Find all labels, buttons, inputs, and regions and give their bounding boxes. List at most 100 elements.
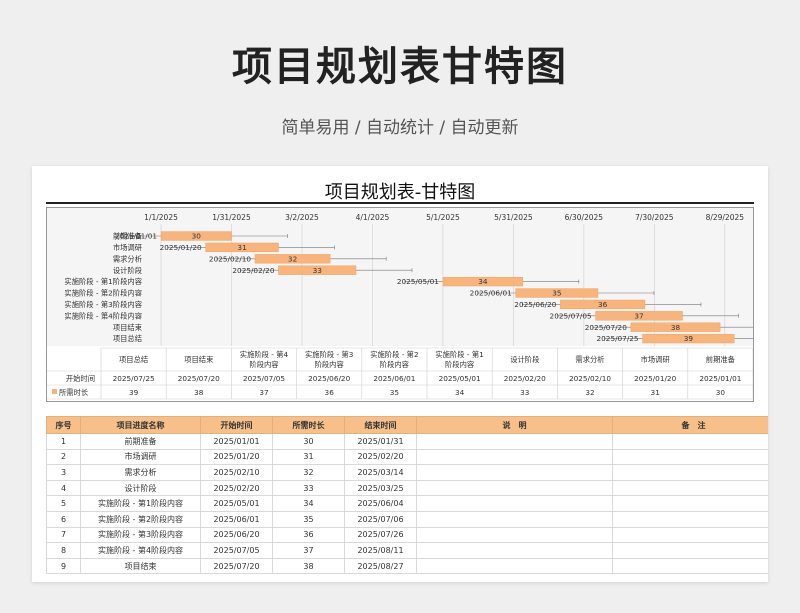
table-row: 2 市场调研 2025/01/20 31 2025/02/20	[46, 448, 768, 466]
duration-data-label: 34	[478, 277, 488, 286]
table-cell[interactable]: 9	[46, 557, 81, 575]
table-cell[interactable]: 35	[272, 510, 345, 528]
duration-data-label: 31	[237, 243, 246, 252]
table-cell[interactable]: 7	[46, 526, 81, 544]
table-cell[interactable]: 33	[272, 479, 345, 497]
table-cell[interactable]	[416, 542, 613, 559]
table-cell[interactable]	[612, 557, 768, 575]
table-cell[interactable]: 31	[272, 448, 345, 466]
table-cell[interactable]	[612, 542, 768, 559]
table-cell[interactable]: 37	[272, 542, 345, 559]
table-start-cell: 2025/01/01	[699, 374, 741, 383]
start-data-label: 2025/02/20	[232, 266, 274, 275]
table-cell[interactable]: 2025/03/25	[344, 479, 417, 497]
table-cell[interactable]: 市场调研	[80, 448, 201, 466]
table-cell[interactable]	[612, 526, 768, 544]
sheet-title: 项目规划表-甘特图	[324, 182, 476, 203]
table-cell[interactable]: 实施阶段 - 第4阶段内容	[80, 542, 201, 559]
table-cell[interactable]: 2025/05/01	[200, 495, 273, 512]
table-cell[interactable]	[416, 479, 613, 497]
table-cell[interactable]	[612, 479, 768, 497]
table-cell[interactable]: 2025/01/31	[344, 433, 417, 450]
x-tick-label: 8/29/2025	[706, 213, 745, 222]
table-cell[interactable]: 34	[272, 495, 345, 512]
table-cell[interactable]: 5	[46, 495, 81, 512]
table-row: 6 实施阶段 - 第2阶段内容 2025/06/01 35 2025/07/06	[46, 510, 768, 528]
gantt-chart-svg: 1/1/2025 1/31/2025 3/2/2025 4/1/2025 5/1/202…	[47, 208, 753, 400]
table-cell[interactable]: 实施阶段 - 第2阶段内容	[80, 510, 201, 528]
table-cell[interactable]: 2025/07/06	[344, 510, 417, 528]
table-cell[interactable]: 需求分析	[80, 464, 201, 481]
table-cell[interactable]: 32	[272, 464, 345, 481]
task-label: 项目总结	[113, 334, 142, 343]
table-col-header: 需求分析	[575, 355, 604, 364]
table-cell[interactable]: 前期准备	[80, 433, 201, 450]
table-cell[interactable]	[612, 510, 768, 528]
table-row: 1 前期准备 2025/01/01 30 2025/01/31	[46, 433, 768, 450]
table-cell[interactable]: 2025/07/05	[200, 542, 273, 559]
table-start-cell: 2025/02/10	[569, 374, 611, 383]
table-cell[interactable]: 2025/01/01	[200, 433, 273, 450]
table-cell[interactable]: 2025/03/14	[344, 464, 417, 481]
table-cell[interactable]: 2025/06/20	[200, 526, 273, 544]
start-data-label: 2025/07/25	[597, 334, 639, 343]
table-cell[interactable]: 2025/02/10	[200, 464, 273, 481]
table-row: 9 项目结束 2025/07/20 38 2025/08/27	[46, 557, 768, 575]
table-duration-cell: 35	[390, 388, 399, 397]
table-cell[interactable]: 38	[272, 557, 345, 575]
start-data-label: 2025/06/01	[470, 289, 512, 298]
table-cell[interactable]	[416, 557, 613, 575]
table-cell[interactable]	[416, 464, 613, 481]
table-cell[interactable]	[612, 495, 768, 512]
table-cell[interactable]	[416, 495, 613, 512]
table-start-cell: 2025/06/20	[308, 374, 350, 383]
table-cell[interactable]: 1	[46, 433, 81, 450]
table-start-cell: 2025/07/25	[113, 374, 155, 383]
table-cell[interactable]	[612, 448, 768, 466]
table-cell[interactable]	[416, 433, 613, 450]
gantt-chart: 1/1/2025 1/31/2025 3/2/2025 4/1/2025 5/1/202…	[46, 207, 754, 402]
table-col-header: 阶段内容	[380, 360, 409, 369]
table-cell[interactable]: 项目结束	[80, 557, 201, 575]
duration-data-label: 39	[684, 334, 694, 343]
table-col-header: 前期准备	[706, 355, 736, 364]
table-start-cell: 2025/05/01	[439, 374, 481, 383]
spreadsheet-card: 项目规划表-甘特图 1/1/2025 1/31/2025 3/2/2025 4/1/2…	[32, 166, 768, 582]
table-cell[interactable]	[416, 526, 613, 544]
table-cell[interactable]: 2025/07/20	[200, 557, 273, 575]
table-cell[interactable]: 6	[46, 510, 81, 528]
table-cell[interactable]: 2025/08/27	[344, 557, 417, 575]
table-header-cell: 结束时间	[344, 416, 417, 434]
table-cell[interactable]	[416, 448, 613, 466]
table-cell[interactable]: 2025/07/26	[344, 526, 417, 544]
table-cell[interactable]: 30	[272, 433, 345, 450]
table-row: 5 实施阶段 - 第1阶段内容 2025/05/01 34 2025/06/04	[46, 495, 768, 512]
table-cell[interactable]: 2025/01/20	[200, 448, 273, 466]
table-start-cell: 2025/01/20	[634, 374, 676, 383]
table-cell[interactable]: 实施阶段 - 第3阶段内容	[80, 526, 201, 544]
start-data-label: 2025/01/20	[160, 243, 202, 252]
table-cell[interactable]: 2025/02/20	[200, 479, 273, 497]
table-cell[interactable]: 2	[46, 448, 81, 466]
table-cell[interactable]: 2025/06/04	[344, 495, 417, 512]
table-cell[interactable]	[416, 510, 613, 528]
start-data-label: 2025/06/20	[514, 300, 556, 309]
page-title: 项目规划表甘特图	[232, 44, 568, 90]
table-cell[interactable]: 实施阶段 - 第1阶段内容	[80, 495, 201, 512]
table-col-header: 阶段内容	[249, 360, 278, 369]
task-label: 实施阶段 - 第1阶段内容	[64, 277, 142, 286]
table-cell[interactable]: 2025/08/11	[344, 542, 417, 559]
table-cell[interactable]: 36	[272, 526, 345, 544]
table-cell[interactable]	[612, 433, 768, 450]
table-cell[interactable]: 2025/02/20	[344, 448, 417, 466]
table-cell[interactable]	[612, 464, 768, 481]
table-cell[interactable]: 3	[46, 464, 81, 481]
table-cell[interactable]: 4	[46, 479, 81, 497]
start-data-label: 2025/02/10	[209, 254, 251, 263]
table-cell[interactable]: 2025/06/01	[200, 510, 273, 528]
table-cell[interactable]: 设计阶段	[80, 479, 201, 497]
table-duration-cell: 33	[520, 388, 530, 397]
table-start-cell: 2025/02/20	[504, 374, 546, 383]
title-underline	[46, 202, 754, 204]
table-cell[interactable]: 8	[46, 542, 81, 559]
